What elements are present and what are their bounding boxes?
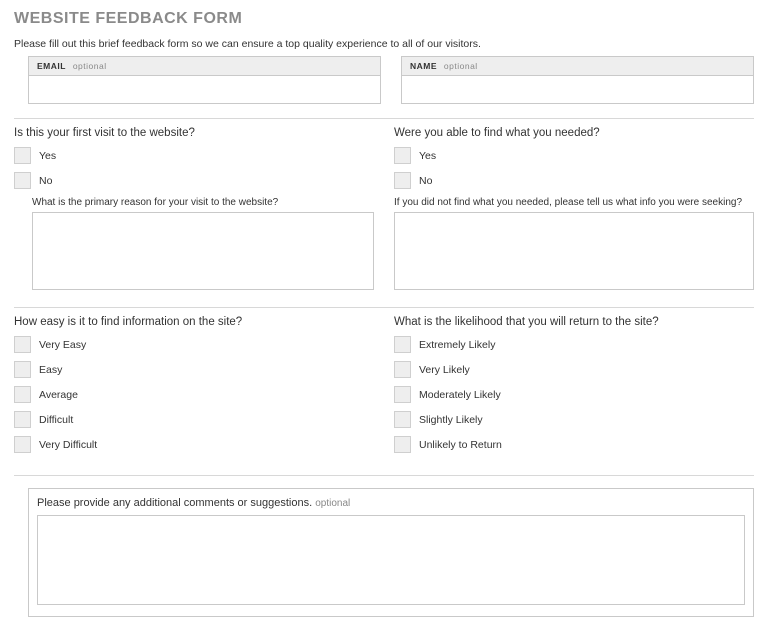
q3-option-label: Average — [39, 389, 78, 401]
q3-option-checkbox[interactable] — [14, 386, 31, 403]
q1-sub-input[interactable] — [32, 212, 374, 290]
q3-option-label: Easy — [39, 364, 62, 376]
q3-option-label: Difficult — [39, 414, 73, 426]
q4-option-label: Extremely Likely — [419, 339, 495, 351]
q3-option-label: Very Easy — [39, 339, 86, 351]
name-label: NAME — [410, 61, 437, 71]
q1-option-yes-checkbox[interactable] — [14, 147, 31, 164]
q4-option-label: Slightly Likely — [419, 414, 483, 426]
q4-option-checkbox[interactable] — [394, 361, 411, 378]
final-label: Please provide any additional comments o… — [37, 497, 312, 509]
q2-option-yes-checkbox[interactable] — [394, 147, 411, 164]
email-optional: optional — [73, 61, 107, 71]
email-label: EMAIL — [37, 61, 66, 71]
q2-question: Were you able to find what you needed? — [394, 127, 754, 139]
q1-question: Is this your first visit to the website? — [14, 127, 374, 139]
q2-sub-question: If you did not find what you needed, ple… — [394, 197, 754, 208]
form-title: WEBSITE FEEDBACK FORM — [14, 10, 754, 28]
name-optional: optional — [444, 61, 478, 71]
q4-option-label: Very Likely — [419, 364, 470, 376]
q4-option-checkbox[interactable] — [394, 436, 411, 453]
final-label-row: Please provide any additional comments o… — [37, 497, 745, 509]
q3-question: How easy is it to find information on th… — [14, 316, 374, 328]
email-input[interactable] — [28, 76, 381, 104]
q2-option-label: No — [419, 175, 432, 187]
divider — [14, 118, 754, 119]
q4-option-label: Unlikely to Return — [419, 439, 502, 451]
q4-option-checkbox[interactable] — [394, 336, 411, 353]
q3-option-checkbox[interactable] — [14, 336, 31, 353]
q3-option-checkbox[interactable] — [14, 436, 31, 453]
q4-option-checkbox[interactable] — [394, 386, 411, 403]
q4-question: What is the likelihood that you will ret… — [394, 316, 754, 328]
q1-option-label: No — [39, 175, 52, 187]
final-optional: optional — [315, 498, 350, 509]
q3-option-checkbox[interactable] — [14, 361, 31, 378]
divider — [14, 307, 754, 308]
divider — [14, 475, 754, 476]
q2-sub-input[interactable] — [394, 212, 754, 290]
q1-sub-question: What is the primary reason for your visi… — [32, 197, 374, 208]
name-label-bar: NAME optional — [401, 56, 754, 76]
q2-option-label: Yes — [419, 150, 436, 162]
form-intro: Please fill out this brief feedback form… — [14, 38, 754, 50]
q3-option-label: Very Difficult — [39, 439, 97, 451]
q1-option-label: Yes — [39, 150, 56, 162]
final-block: Please provide any additional comments o… — [28, 488, 754, 617]
email-label-bar: EMAIL optional — [28, 56, 381, 76]
q2-option-no-checkbox[interactable] — [394, 172, 411, 189]
q4-option-label: Moderately Likely — [419, 389, 501, 401]
q1-option-no-checkbox[interactable] — [14, 172, 31, 189]
name-input[interactable] — [401, 76, 754, 104]
q3-option-checkbox[interactable] — [14, 411, 31, 428]
final-comments-input[interactable] — [37, 515, 745, 605]
q4-option-checkbox[interactable] — [394, 411, 411, 428]
